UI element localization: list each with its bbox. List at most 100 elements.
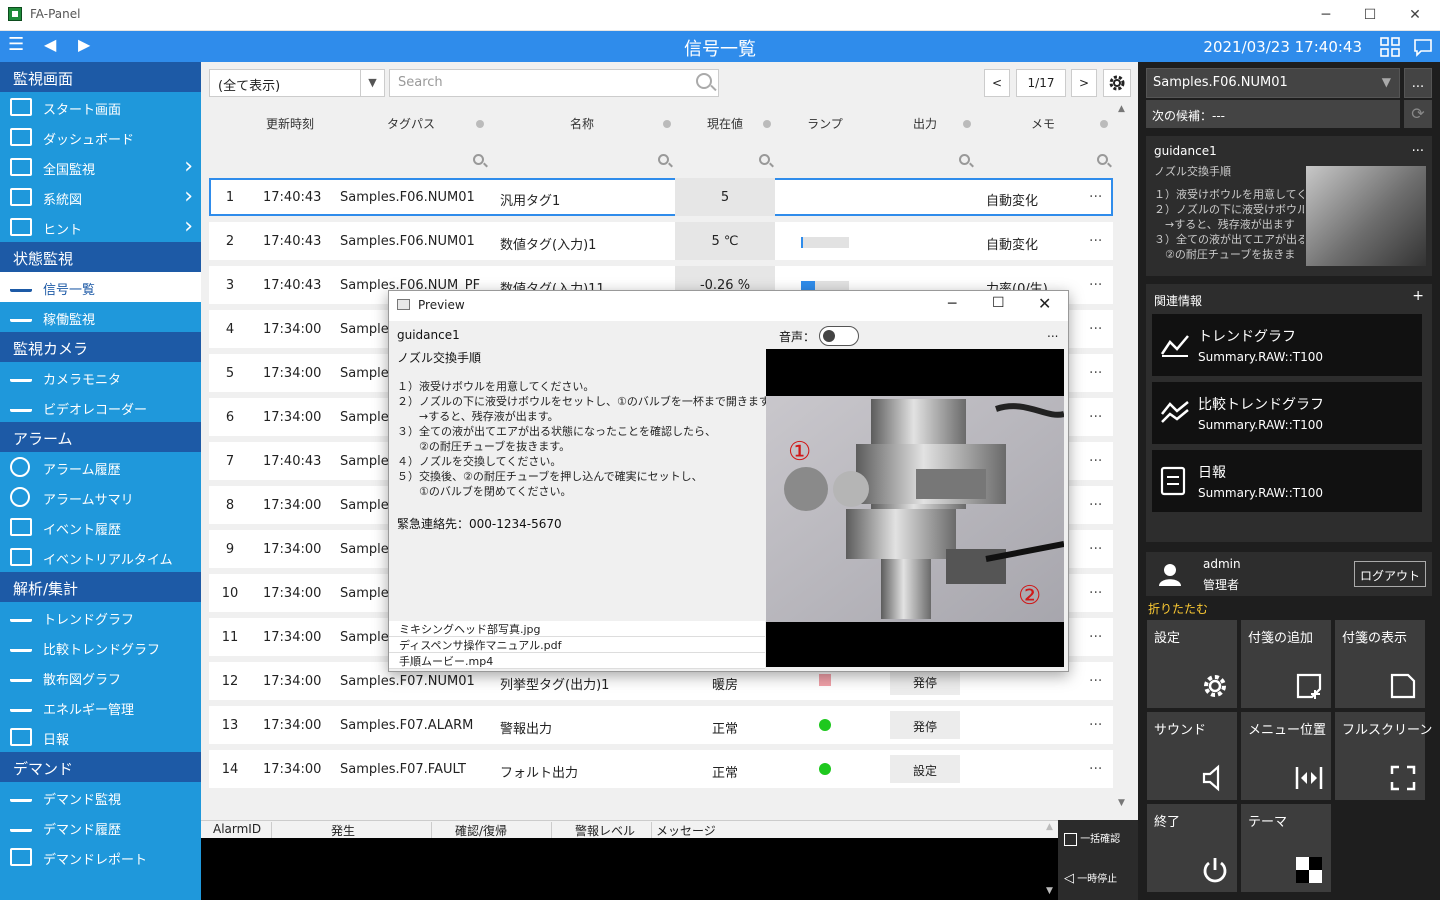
minimize-icon[interactable]: ─: [1303, 0, 1349, 31]
close-icon[interactable]: ✕: [1392, 0, 1438, 31]
column-header-tagpath[interactable]: タグパス: [381, 115, 441, 132]
maximize-icon[interactable]: ☐: [992, 295, 1005, 311]
attachment-item[interactable]: ミキシングヘッド部写真.jpg: [389, 621, 765, 637]
column-sort-dot[interactable]: [476, 120, 484, 128]
add-icon[interactable]: +: [1412, 288, 1424, 304]
related-item-compare[interactable]: 比較トレンドグラフ Summary.RAW::T100: [1152, 382, 1422, 444]
minimize-icon[interactable]: ─: [948, 296, 956, 312]
nav-item-alarm-history[interactable]: アラーム履歴: [0, 452, 201, 482]
output-button[interactable]: 設定: [890, 755, 960, 783]
message-icon[interactable]: [1413, 37, 1433, 57]
nav-item-energy[interactable]: エネルギー管理: [0, 692, 201, 722]
column-header-lamp[interactable]: ランプ: [805, 115, 845, 132]
attachment-item[interactable]: ディスペンサ操作マニュアル.pdf: [389, 637, 765, 653]
tile-show-notes[interactable]: 付箋の表示: [1335, 620, 1425, 708]
tile-fullscreen[interactable]: フルスクリーン: [1335, 712, 1432, 800]
column-header-time[interactable]: 更新時刻: [255, 115, 325, 132]
preview-more-button[interactable]: ...: [1047, 326, 1058, 340]
nav-item-demand-monitor[interactable]: デマンド監視: [0, 782, 201, 812]
guidance-more-button[interactable]: ...: [1412, 140, 1424, 155]
attachment-item[interactable]: 手順ムービー.mp4: [389, 653, 765, 669]
nav-item-trend-graph[interactable]: トレンドグラフ: [0, 602, 201, 632]
row-more-button[interactable]: ...: [1089, 493, 1102, 509]
tile-theme[interactable]: テーマ: [1241, 804, 1331, 892]
scroll-up-icon[interactable]: ▲: [1118, 104, 1125, 114]
sound-toggle[interactable]: [819, 326, 859, 346]
refresh-icon[interactable]: ⟳: [1404, 100, 1432, 128]
tag-select[interactable]: Samples.F06.NUM01 ▼: [1146, 68, 1400, 98]
filter-search-icon[interactable]: [959, 154, 970, 165]
scroll-down-icon[interactable]: ▼: [1118, 798, 1125, 808]
nav-item-camera-monitor[interactable]: カメラモニタ: [0, 362, 201, 392]
row-more-button[interactable]: ...: [1089, 361, 1102, 377]
column-sort-dot[interactable]: [763, 120, 771, 128]
row-more-button[interactable]: ...: [1089, 713, 1102, 729]
nav-item-demand-history[interactable]: デマンド履歴: [0, 812, 201, 842]
row-more-button[interactable]: ...: [1089, 273, 1102, 289]
nav-item-signal-list[interactable]: 信号一覧: [0, 272, 201, 302]
filter-search-icon[interactable]: [658, 154, 669, 165]
filter-search-icon[interactable]: [759, 154, 770, 165]
column-header-name[interactable]: 名称: [561, 115, 603, 132]
table-row[interactable]: 14 17:34:00 Samples.F07.FAULT フォルト出力 正常 …: [209, 750, 1113, 788]
row-more-button[interactable]: ...: [1089, 625, 1102, 641]
row-more-button[interactable]: ...: [1089, 669, 1102, 685]
nav-item-event-realtime[interactable]: イベントリアルタイム: [0, 542, 201, 572]
tag-more-button[interactable]: ...: [1404, 68, 1432, 98]
prev-page-button[interactable]: <: [984, 69, 1010, 97]
nav-item-operation[interactable]: 稼働監視: [0, 302, 201, 332]
nav-item-video-recorder[interactable]: ビデオレコーダー: [0, 392, 201, 422]
alarm-col-confirm[interactable]: 確認/復帰: [455, 822, 507, 839]
nav-item-demand-report[interactable]: デマンドレポート: [0, 842, 201, 872]
grid-view-icon[interactable]: [1380, 37, 1400, 57]
nav-item-system[interactable]: 系統図 ›: [0, 182, 201, 212]
column-header-value[interactable]: 現在値: [701, 115, 749, 132]
collapse-link[interactable]: 折りたたむ: [1148, 600, 1208, 617]
pause-button[interactable]: ◁ 一時停止: [1064, 870, 1138, 892]
related-item-trend[interactable]: トレンドグラフ Summary.RAW::T100: [1152, 314, 1422, 376]
row-more-button[interactable]: ...: [1089, 229, 1102, 245]
nav-item-event-history[interactable]: イベント履歴: [0, 512, 201, 542]
row-more-button[interactable]: ...: [1089, 581, 1102, 597]
related-item-report[interactable]: 日報 Summary.RAW::T100: [1152, 450, 1422, 512]
alarm-col-occur[interactable]: 発生: [331, 822, 355, 839]
tile-exit[interactable]: 終了: [1147, 804, 1237, 892]
column-header-output[interactable]: 出力: [905, 115, 945, 132]
nav-item-compare-trend[interactable]: 比較トレンドグラフ: [0, 632, 201, 662]
guidance-panel[interactable]: guidance1 ... ノズル交換手順 １）液受けボウルを用意してく ２）ノ…: [1146, 136, 1432, 276]
nav-item-start[interactable]: スタート画面: [0, 92, 201, 122]
filter-select[interactable]: (全て表示) ▼: [209, 69, 385, 97]
tile-add-note[interactable]: 付箋の追加: [1241, 620, 1331, 708]
settings-gear-icon[interactable]: [1103, 69, 1131, 97]
maximize-icon[interactable]: ☐: [1347, 0, 1393, 31]
tile-sound[interactable]: サウンド: [1147, 712, 1237, 800]
nav-item-scatter[interactable]: 散布図グラフ: [0, 662, 201, 692]
output-button[interactable]: 発停: [890, 711, 960, 739]
column-header-memo[interactable]: メモ: [1023, 115, 1063, 132]
search-input[interactable]: Search: [389, 69, 719, 97]
nav-item-national[interactable]: 全国監視 ›: [0, 152, 201, 182]
row-more-button[interactable]: ...: [1089, 449, 1102, 465]
row-more-button[interactable]: ...: [1089, 405, 1102, 421]
logout-button[interactable]: ログアウト: [1354, 561, 1426, 587]
filter-search-icon[interactable]: [473, 154, 484, 165]
row-more-button[interactable]: ...: [1089, 185, 1102, 201]
nav-item-dashboard[interactable]: ダッシュボード: [0, 122, 201, 152]
nav-item-hint[interactable]: ヒント ›: [0, 212, 201, 242]
nozzle-photo[interactable]: ① ②: [766, 349, 1064, 667]
tile-settings[interactable]: 設定: [1147, 620, 1237, 708]
table-row[interactable]: 2 17:40:43 Samples.F06.NUM01 数値タグ(入力)1 5…: [209, 222, 1113, 260]
column-sort-dot[interactable]: [1100, 120, 1108, 128]
alarm-col-level[interactable]: 警報レベル: [575, 822, 635, 839]
alarm-col-id[interactable]: AlarmID: [213, 822, 261, 836]
close-icon[interactable]: ✕: [1038, 294, 1051, 313]
filter-search-icon[interactable]: [1097, 154, 1108, 165]
column-sort-dot[interactable]: [963, 120, 971, 128]
column-sort-dot[interactable]: [663, 120, 671, 128]
alarm-scroll-up-icon[interactable]: ▲: [1046, 822, 1053, 832]
confirm-all-button[interactable]: 一括確認: [1064, 830, 1138, 852]
row-more-button[interactable]: ...: [1089, 317, 1102, 333]
nav-item-alarm-summary[interactable]: アラームサマリ: [0, 482, 201, 512]
row-more-button[interactable]: ...: [1089, 537, 1102, 553]
nav-item-daily-report[interactable]: 日報: [0, 722, 201, 752]
